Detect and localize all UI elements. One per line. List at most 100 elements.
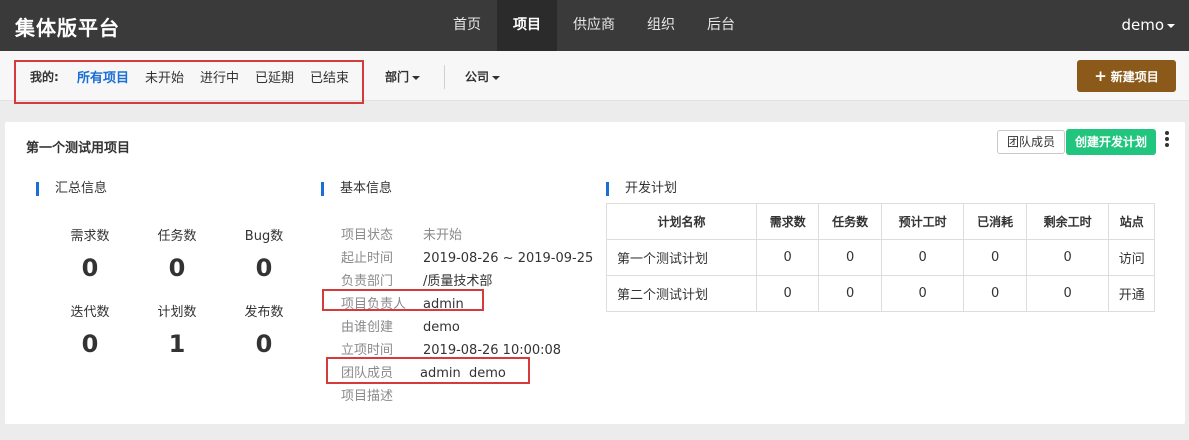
stat-value: 0: [81, 330, 99, 358]
table-cell: 0: [818, 275, 882, 312]
stat-label: 需求数: [70, 229, 110, 244]
company-dropdown[interactable]: 公司: [465, 68, 501, 85]
info-value: 未开始: [423, 228, 463, 243]
table-cell: 0: [880, 275, 965, 312]
company-label: 公司: [465, 70, 490, 84]
stat-label: 任务数: [157, 229, 197, 244]
column-header: 站点: [1108, 203, 1155, 240]
filter-finished[interactable]: 已结束: [310, 67, 349, 86]
stat-stories: 需求数 0: [60, 225, 120, 282]
stat-value: 0: [255, 254, 273, 282]
basic-info-heading: 基本信息: [321, 177, 392, 196]
plan-name[interactable]: 第一个测试计划: [606, 239, 757, 276]
info-key: 负责部门: [341, 274, 394, 289]
column-header: 剩余工时: [1025, 203, 1110, 240]
column-header: 任务数: [818, 203, 882, 240]
table-cell: 0: [755, 275, 820, 312]
info-value: 2019-08-26 10:00:08: [423, 343, 562, 358]
department-dropdown[interactable]: 部门: [385, 68, 421, 85]
filter-label: 我的:: [30, 70, 59, 84]
column-header: 计划名称: [606, 203, 757, 240]
nav-home[interactable]: 首页: [437, 0, 497, 51]
info-key: 立项时间: [341, 343, 394, 358]
table-cell: 0: [755, 239, 820, 276]
nav-admin[interactable]: 后台: [691, 0, 751, 51]
nav-suppliers[interactable]: 供应商: [557, 0, 631, 51]
chevron-down-icon: [492, 75, 501, 80]
top-navbar: 集体版平台 首页 项目 供应商 组织 后台 demo: [0, 0, 1189, 51]
plans-heading: 开发计划: [606, 177, 677, 196]
project-title[interactable]: 第一个测试用项目: [26, 137, 130, 156]
info-row-dates: 起止时间 2019-08-26 ~ 2019-09-25: [341, 247, 593, 266]
filter-all-projects[interactable]: 所有项目: [77, 67, 129, 86]
create-plan-button[interactable]: 创建开发计划: [1066, 129, 1156, 155]
plans-heading-text: 开发计划: [625, 181, 678, 196]
project-card: 第一个测试用项目 团队成员 创建开发计划 汇总信息 需求数 0 任务数 0 Bug数…: [5, 122, 1185, 424]
table-cell: 0: [1025, 275, 1110, 312]
filter-in-progress[interactable]: 进行中: [200, 67, 239, 86]
stat-value: 0: [255, 330, 273, 358]
stat-value: 1: [168, 330, 186, 358]
section-marker: [36, 181, 39, 196]
info-row-creator: 由谁创建 demo: [341, 316, 460, 335]
info-row-status: 项目状态 未开始: [341, 224, 462, 243]
stat-releases: 发布数 0: [234, 301, 294, 358]
info-key: 起止时间: [341, 251, 394, 266]
table-cell: 0: [963, 275, 1027, 312]
plans-table: 计划名称 需求数 任务数 预计工时 已消耗 剩余工时 站点 第一个测试计划 0 …: [606, 203, 1155, 312]
table-cell: 0: [1025, 239, 1110, 276]
site-open-link[interactable]: 开通: [1108, 275, 1155, 312]
basic-info-heading-text: 基本信息: [340, 181, 393, 196]
new-project-label: 新建项目: [1110, 70, 1159, 84]
stat-value: 0: [81, 254, 99, 282]
info-key: 项目描述: [341, 389, 394, 404]
info-value: demo: [423, 320, 460, 335]
info-value: admin demo: [420, 366, 506, 381]
nav-organization[interactable]: 组织: [631, 0, 691, 51]
table-header-row: 计划名称 需求数 任务数 预计工时 已消耗 剩余工时 站点: [606, 203, 1155, 240]
site-visit-link[interactable]: 访问: [1108, 239, 1155, 276]
column-header: 已消耗: [963, 203, 1027, 240]
stat-iterations: 迭代数 0: [60, 301, 120, 358]
stat-plans: 计划数 1: [147, 301, 207, 358]
table-cell: 0: [880, 239, 965, 276]
plus-icon: +: [1094, 67, 1107, 85]
section-marker: [606, 181, 609, 196]
filter-bar: 我的: 所有项目 未开始 进行中 已延期 已结束 部门 公司 + 新建项目: [0, 51, 1189, 104]
info-row-department: 负责部门/质量技术部: [341, 270, 492, 289]
table-row: 第二个测试计划 0 0 0 0 0 开通: [606, 275, 1155, 312]
table-cell: 0: [963, 239, 1027, 276]
table-row: 第一个测试计划 0 0 0 0 0 访问: [606, 239, 1155, 276]
nav-projects[interactable]: 项目: [497, 0, 557, 51]
divider: [444, 65, 445, 89]
filter-not-started[interactable]: 未开始: [145, 67, 184, 86]
info-row-owner: 项目负责人 admin: [341, 293, 464, 312]
info-row-description: 项目描述: [341, 385, 423, 404]
stat-label: 发布数: [244, 305, 284, 320]
filter-delayed[interactable]: 已延期: [255, 67, 294, 86]
section-marker: [321, 181, 324, 196]
stat-label: 计划数: [157, 305, 197, 320]
info-value: 2019-08-26 ~ 2019-09-25: [423, 251, 594, 266]
stat-value: 0: [168, 254, 186, 282]
team-members-button[interactable]: 团队成员: [997, 130, 1065, 154]
chevron-down-icon: [1167, 23, 1175, 28]
new-project-button[interactable]: + 新建项目: [1077, 60, 1176, 92]
plan-name[interactable]: 第二个测试计划: [606, 275, 757, 312]
more-options-icon[interactable]: [1162, 131, 1172, 151]
summary-heading: 汇总信息: [36, 177, 107, 196]
summary-heading-text: 汇总信息: [55, 181, 108, 196]
info-key: 项目状态: [341, 228, 394, 243]
user-menu[interactable]: demo: [1121, 0, 1175, 51]
chevron-down-icon: [412, 75, 421, 80]
stat-tasks: 任务数 0: [147, 225, 207, 282]
info-key: 团队成员: [341, 366, 394, 381]
table-cell: 0: [818, 239, 882, 276]
main-nav: 首页 项目 供应商 组织 后台: [437, 0, 751, 51]
info-key: 项目负责人: [341, 297, 407, 312]
stat-label: Bug数: [244, 229, 284, 244]
info-key: 由谁创建: [341, 320, 394, 335]
stat-bugs: Bug数 0: [234, 225, 294, 282]
info-value: admin: [423, 297, 464, 312]
brand-logo[interactable]: 集体版平台: [15, 12, 120, 41]
